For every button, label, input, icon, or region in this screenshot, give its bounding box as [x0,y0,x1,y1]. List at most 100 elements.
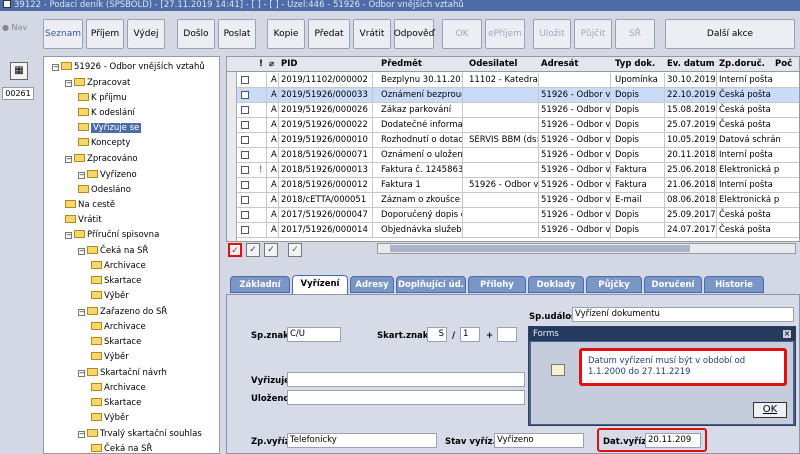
tree-item[interactable]: Skartace [91,275,141,287]
kopie-button[interactable]: Kopie [267,19,305,49]
tree-item[interactable]: − Čeká na SŘ [78,245,148,257]
tree-item[interactable]: Skartace [91,336,141,348]
expand-icon[interactable]: − [78,248,85,255]
row-checkbox[interactable] [241,76,249,84]
tab-7[interactable]: Doručení [644,276,702,293]
tree-item[interactable]: − 51926 - Odbor vnějších vztahů [52,61,205,73]
zp-vyriz-field[interactable]: Telefonicky [287,433,437,448]
grid-header-cell[interactable]: Poč [773,57,799,72]
tree-item[interactable]: Skartace [91,397,141,409]
odpoved-button[interactable]: Odpověď [394,19,434,49]
expand-icon[interactable]: − [78,172,85,179]
grid-header-cell[interactable]: Typ dok. [613,57,665,72]
expand-icon[interactable]: − [52,64,59,71]
prijem-button[interactable]: Příjem [86,19,124,49]
close-icon[interactable]: × [782,329,792,339]
expand-icon[interactable]: − [78,370,85,377]
tree-item[interactable]: Vrátit [65,214,102,226]
tree-item[interactable]: Výběr [91,290,129,302]
eprijem-button[interactable]: ePříjem [485,19,525,49]
expand-icon[interactable]: − [65,156,72,163]
tree-item[interactable]: Čeká na SŘ [91,443,152,453]
row-checkbox[interactable] [241,136,249,144]
predat-button[interactable]: Předat [308,19,350,49]
expand-icon[interactable]: − [78,309,85,316]
row-checkbox[interactable] [241,166,249,174]
sp-znak-field[interactable]: C/U [287,327,341,342]
tree-item[interactable]: − Příruční spisovna [65,229,159,241]
tree-item[interactable]: − Trvalý skartační souhlas [78,428,202,440]
filter-check-icon[interactable]: ✓ [246,243,260,257]
grid-header-cell[interactable]: Zp.doruč. [717,57,773,72]
row-checkbox[interactable] [241,106,249,114]
row-checkbox[interactable] [241,121,249,129]
table-row[interactable]: A2019/51926/000022 Dodatečné informace I 5… [227,118,799,133]
skart-lhuta-field[interactable]: 1 [460,327,480,342]
ulozeno-field[interactable] [287,390,525,405]
sp-udalost-field[interactable]: Vyřízení dokumentu [572,307,794,322]
tab-5[interactable]: Doklady [528,276,584,293]
table-row[interactable]: A 2019/51926/000026 Zákaz parkování 51926 -… [227,103,799,118]
expand-icon[interactable]: − [65,80,72,87]
vertical-scrollbar[interactable] [227,72,237,241]
tree-item[interactable]: Výběr [91,351,129,363]
vyrizuje-field[interactable] [287,372,525,387]
tab-3[interactable]: Doplňující úd. [396,276,466,293]
table-row[interactable]: A 2018/cETTA/000051 Záznam o zkoušce 51926 … [227,193,799,208]
tree-item[interactable]: K příjmu [78,92,127,104]
tree-item[interactable]: − Vyřízeno [78,169,137,181]
tree-item[interactable]: − Zpracováno [65,153,138,165]
dialog-ok-button[interactable]: OK [753,402,787,418]
filter-check-icon-2[interactable]: ✓ [264,243,278,257]
grid-header-cell[interactable]: Ev. datum [665,57,717,72]
row-checkbox[interactable] [241,91,249,99]
table-row[interactable]: A 2018/51926/000012 Faktura 1 51926 - Odbor… [227,178,799,193]
ok-button[interactable]: OK [442,19,482,49]
tab-8[interactable]: Historie [704,276,764,293]
grid-header-cell[interactable]: Adresát [539,57,611,72]
vratit-button[interactable]: Vrátit [353,19,391,49]
tree-item[interactable]: Archivace [91,260,146,272]
tree-item[interactable]: Odesláno [78,184,131,196]
table-row[interactable]: A 2017/51926/000014 Objednávka služeb 51926… [227,223,799,238]
dat-vyriz-field[interactable]: 20.11.209 [645,433,701,448]
tree-item[interactable]: Vyřizuje se [78,122,142,134]
grid-header-cell[interactable]: Odesilatel [467,57,539,72]
horizontal-scrollbar[interactable] [377,243,796,254]
row-checkbox[interactable] [241,181,249,189]
vydej-button[interactable]: Výdej [127,19,165,49]
tab-4[interactable]: Přílohy [468,276,526,293]
nav-label[interactable]: ● Nav [2,23,27,32]
filter-check-green-icon[interactable]: ✓ [288,243,302,257]
table-row[interactable]: A2019/51926/000033 Oznámení bezprouď 2 519… [227,88,799,103]
skart-znak-field[interactable]: S [427,327,447,342]
poslat-button[interactable]: Poslat [218,19,256,49]
tree-item[interactable]: Archivace [91,382,146,394]
stav-vyriz-field[interactable]: Vyřízeno [494,433,584,448]
tree-item[interactable]: K odeslání [78,107,135,119]
tree-item[interactable]: − Zařazeno do SŘ [78,306,167,318]
tree-item[interactable]: Na cestě [65,199,115,211]
grid-header-cell[interactable]: Předmět [379,57,463,72]
pujcit-button[interactable]: Půjčit [574,19,612,49]
table-row[interactable]: A 2019/11102/000002 Bezplynu 30.11.2019 111… [227,73,799,88]
table-row[interactable]: A2017/51926/000047 Doporučený dopis od c 5… [227,208,799,223]
ulozit-button[interactable]: Uložit [533,19,571,49]
expand-icon[interactable]: − [78,431,85,438]
table-row[interactable]: A2018/51926/000071 Oznámení o uložení do 5… [227,148,799,163]
tab-6[interactable]: Půjčky [586,276,642,293]
row-checkbox[interactable] [241,151,249,159]
tab-2[interactable]: Adresy [350,276,394,293]
tree-item[interactable]: Archivace [91,321,146,333]
row-checkbox[interactable] [241,226,249,234]
grid-header-cell[interactable]: ! [257,57,265,72]
tab-1[interactable]: Vyřízení [292,275,348,294]
table-row[interactable]: A 2019/51926/000010 Rozhodnutí o dotaci SER… [227,133,799,148]
filter-check-red-icon[interactable]: ✓ [228,243,242,257]
table-row[interactable]: ! A 2018/51926/000013 Faktura č. 1245863 519… [227,163,799,178]
seznam-button[interactable]: Seznam [43,19,83,49]
calculator-icon[interactable]: ▦ [10,62,28,80]
row-checkbox[interactable] [241,211,249,219]
tree-item[interactable]: − Zpracovat [65,77,130,89]
row-checkbox[interactable] [241,196,249,204]
